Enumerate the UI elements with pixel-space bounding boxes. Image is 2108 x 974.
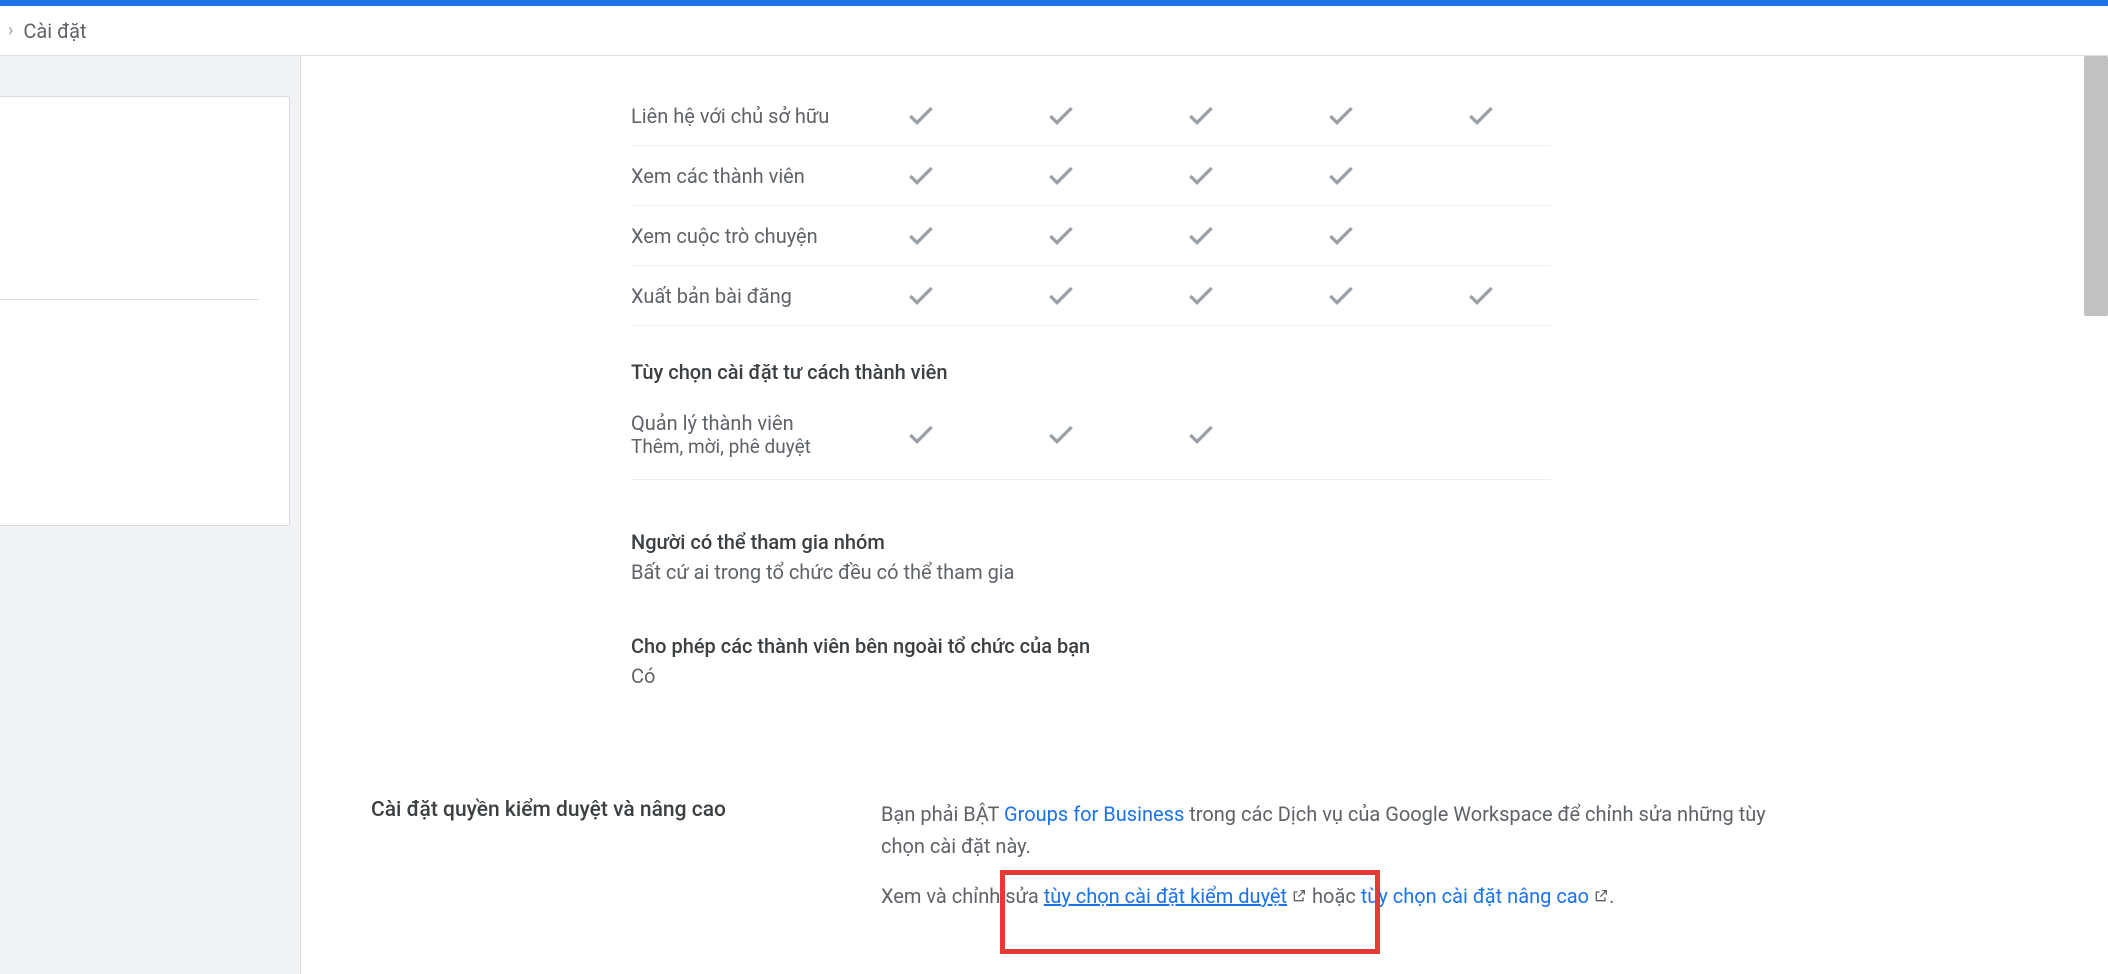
check-icon[interactable] — [1271, 280, 1411, 312]
period: . — [1609, 884, 1614, 908]
allow-external-block: Cho phép các thành viên bên ngoài tổ chứ… — [631, 634, 2048, 688]
check-icon[interactable] — [1271, 160, 1411, 192]
empty-cell — [1411, 419, 1551, 451]
perm-label-sub: Thêm, mời, phê duyệt — [631, 435, 851, 458]
empty-cell — [1271, 419, 1411, 451]
perm-row-manage-members: Quản lý thành viên Thêm, mời, phê duyệt — [631, 390, 1551, 480]
moderation-line-1: Bạn phải BẬT Groups for Business trong c… — [881, 798, 1801, 862]
check-icon[interactable] — [991, 220, 1131, 252]
perm-checks — [851, 100, 1551, 132]
check-icon[interactable] — [1131, 100, 1271, 132]
workspace: nh Liên hệ với chủ sở hữu — [0, 56, 2108, 974]
empty-cell — [1411, 220, 1551, 252]
moderation-section-body: Bạn phải BẬT Groups for Business trong c… — [881, 798, 1801, 913]
advanced-settings-link[interactable]: tùy chọn cài đặt nâng cao — [1361, 884, 1589, 908]
sidebar-divider — [0, 299, 259, 300]
or-text: hoặc — [1307, 884, 1361, 908]
moderation-settings-link[interactable]: tùy chọn cài đặt kiểm duyệt — [1044, 884, 1287, 908]
moderation-line-2: Xem và chỉnh sửa tùy chọn cài đặt kiểm d… — [881, 880, 1801, 913]
check-icon[interactable] — [851, 280, 991, 312]
check-icon[interactable] — [851, 100, 991, 132]
check-icon[interactable] — [1131, 419, 1271, 451]
allow-external-label: Cho phép các thành viên bên ngoài tổ chứ… — [631, 634, 2048, 658]
moderation-section-title: Cài đặt quyền kiểm duyệt và nâng cao — [371, 798, 841, 913]
check-icon[interactable] — [991, 280, 1131, 312]
text-prefix: Bạn phải BẬT — [881, 802, 1004, 826]
who-can-join-block: Người có thể tham gia nhóm Bất cứ ai tro… — [631, 530, 2048, 584]
perm-checks — [851, 160, 1551, 192]
perm-checks — [851, 220, 1551, 252]
allow-external-value: Có — [631, 664, 2048, 688]
check-icon[interactable] — [1131, 160, 1271, 192]
main-panel: Liên hệ với chủ sở hữu Xem các thành viê… — [300, 56, 2108, 974]
groups-for-business-link[interactable]: Groups for Business — [1004, 802, 1184, 826]
who-can-join-label: Người có thể tham gia nhóm — [631, 530, 2048, 554]
perm-label: Xem cuộc trò chuyện — [631, 224, 851, 248]
check-icon[interactable] — [1271, 220, 1411, 252]
perm-label: Quản lý thành viên Thêm, mời, phê duyệt — [631, 411, 851, 458]
check-icon[interactable] — [1411, 100, 1551, 132]
breadcrumb-title: Cài đặt — [23, 19, 86, 43]
perm-label: Xuất bản bài đăng — [631, 284, 851, 308]
breadcrumb: › Cài đặt — [0, 6, 2108, 56]
who-can-join-value: Bất cứ ai trong tổ chức đều có thể tham … — [631, 560, 2048, 584]
access-permission-table: Liên hệ với chủ sở hữu Xem các thành viê… — [631, 86, 2048, 480]
line2-prefix: Xem và chỉnh sửa — [881, 884, 1044, 908]
sidebar-partial-text: nh — [0, 177, 259, 219]
external-link-icon — [1291, 881, 1307, 913]
sidebar-card: nh — [0, 96, 290, 526]
content-wrap: Liên hệ với chủ sở hữu Xem các thành viê… — [631, 86, 2048, 913]
check-icon[interactable] — [991, 100, 1131, 132]
check-icon[interactable] — [1271, 100, 1411, 132]
perm-row-view-conversations: Xem cuộc trò chuyện — [631, 206, 1551, 266]
perm-row-publish-posts: Xuất bản bài đăng — [631, 266, 1551, 326]
external-link-icon — [1593, 881, 1609, 913]
sidebar-column: nh — [0, 56, 300, 974]
perm-checks — [851, 280, 1551, 312]
perm-checks — [851, 419, 1551, 451]
moderation-section: Cài đặt quyền kiểm duyệt và nâng cao Bạn… — [631, 798, 2048, 913]
check-icon[interactable] — [851, 220, 991, 252]
perm-label-main: Quản lý thành viên — [631, 411, 794, 435]
check-icon[interactable] — [1411, 280, 1551, 312]
chevron-right-icon: › — [8, 20, 13, 41]
empty-cell — [1411, 160, 1551, 192]
perm-row-view-members: Xem các thành viên — [631, 146, 1551, 206]
check-icon[interactable] — [991, 419, 1131, 451]
scrollbar-thumb[interactable] — [2084, 56, 2108, 316]
check-icon[interactable] — [991, 160, 1131, 192]
membership-settings-title: Tùy chọn cài đặt tư cách thành viên — [631, 360, 2048, 384]
check-icon[interactable] — [851, 160, 991, 192]
check-icon[interactable] — [1131, 220, 1271, 252]
perm-row-contact-owners: Liên hệ với chủ sở hữu — [631, 86, 1551, 146]
perm-label: Xem các thành viên — [631, 164, 851, 188]
check-icon[interactable] — [1131, 280, 1271, 312]
check-icon[interactable] — [851, 419, 991, 451]
perm-label: Liên hệ với chủ sở hữu — [631, 104, 851, 128]
